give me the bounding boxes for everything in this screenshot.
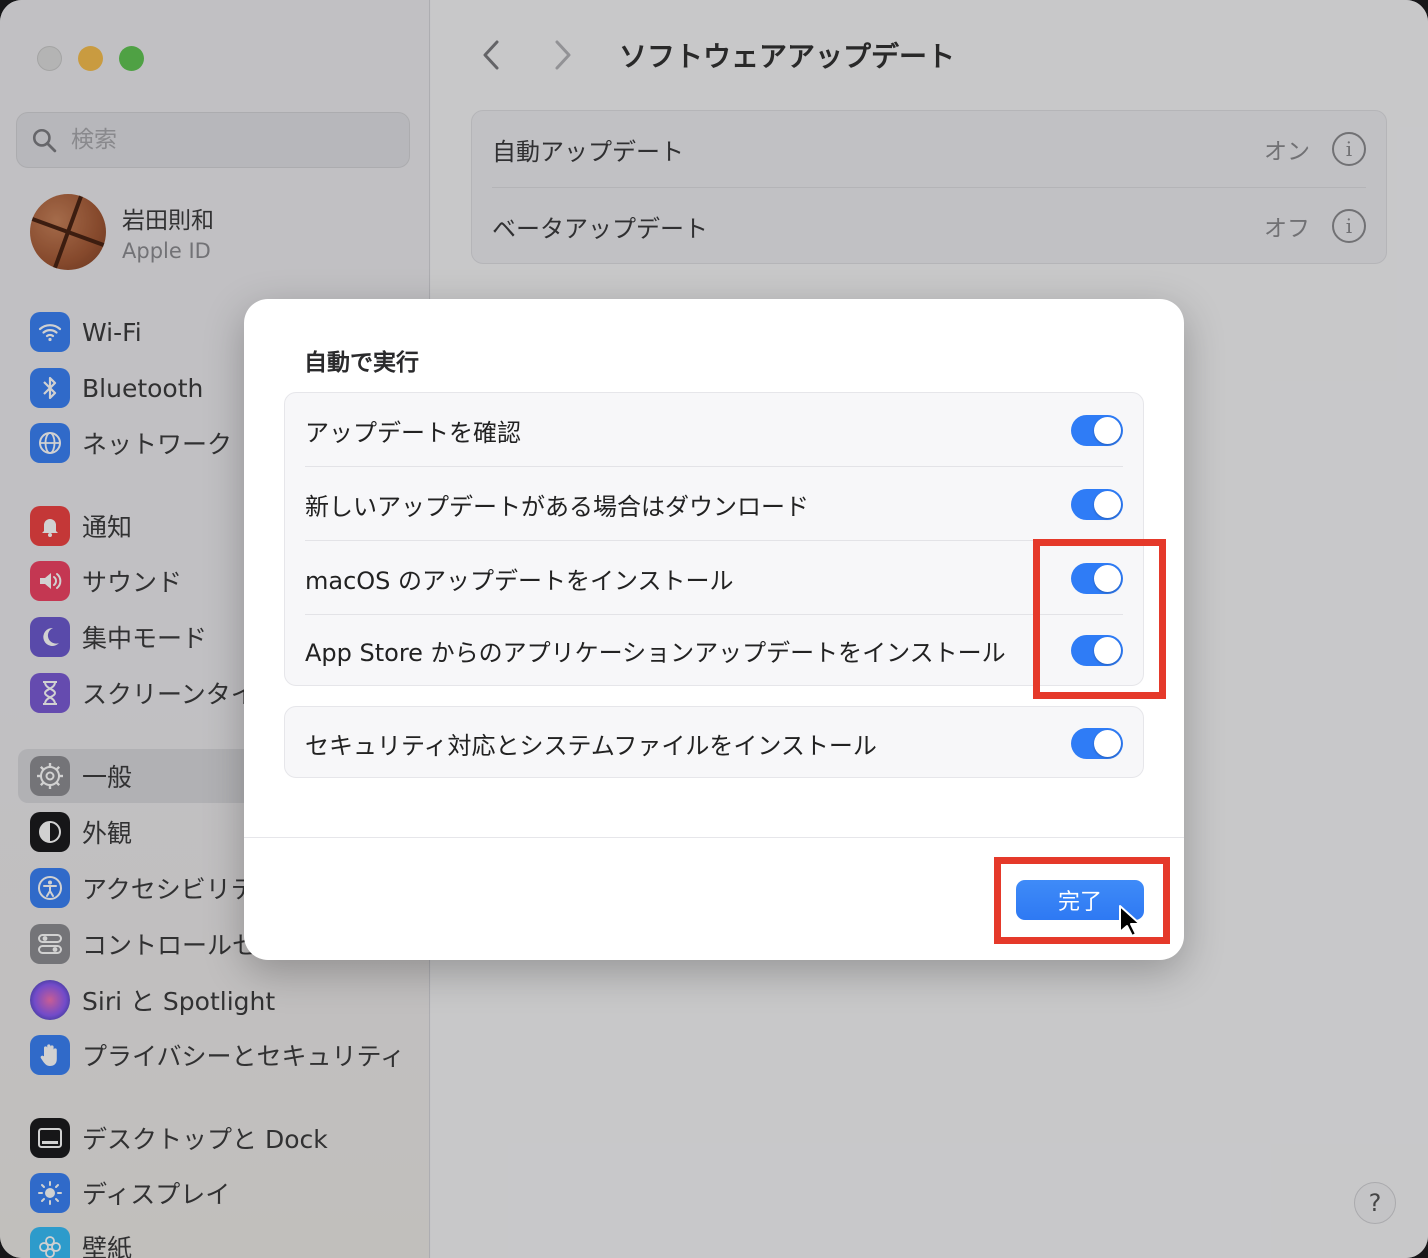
option-label: App Store からのアプリケーションアップデートをインストール bbox=[305, 638, 1006, 667]
dialog-title: 自動で実行 bbox=[304, 350, 419, 376]
check-updates-toggle[interactable] bbox=[1071, 414, 1123, 446]
option-row-security: セキュリティ対応とシステムファイルをインストール bbox=[305, 707, 1123, 779]
option-row-download: 新しいアップデートがある場合はダウンロード bbox=[305, 467, 1123, 541]
option-row-macos-install: macOS のアップデートをインストール bbox=[305, 541, 1123, 615]
divider bbox=[244, 837, 1184, 838]
option-label: セキュリティ対応とシステムファイルをインストール bbox=[305, 731, 877, 760]
install-security-responses-toggle[interactable] bbox=[1071, 727, 1123, 759]
auto-options-group: アップデートを確認 新しいアップデートがある場合はダウンロード macOS のア… bbox=[284, 392, 1144, 686]
option-row-appstore-install: App Store からのアプリケーションアップデートをインストール bbox=[305, 613, 1123, 687]
highlight-box-done bbox=[994, 857, 1170, 944]
highlight-box-toggles bbox=[1033, 539, 1166, 699]
option-label: macOS のアップデートをインストール bbox=[305, 566, 734, 595]
mouse-cursor-icon bbox=[1119, 905, 1141, 937]
option-label: 新しいアップデートがある場合はダウンロード bbox=[305, 492, 809, 521]
security-options-group: セキュリティ対応とシステムファイルをインストール bbox=[284, 706, 1144, 778]
option-row-check-updates: アップデートを確認 bbox=[305, 393, 1123, 467]
option-label: アップデートを確認 bbox=[305, 418, 521, 447]
download-updates-toggle[interactable] bbox=[1071, 488, 1123, 520]
